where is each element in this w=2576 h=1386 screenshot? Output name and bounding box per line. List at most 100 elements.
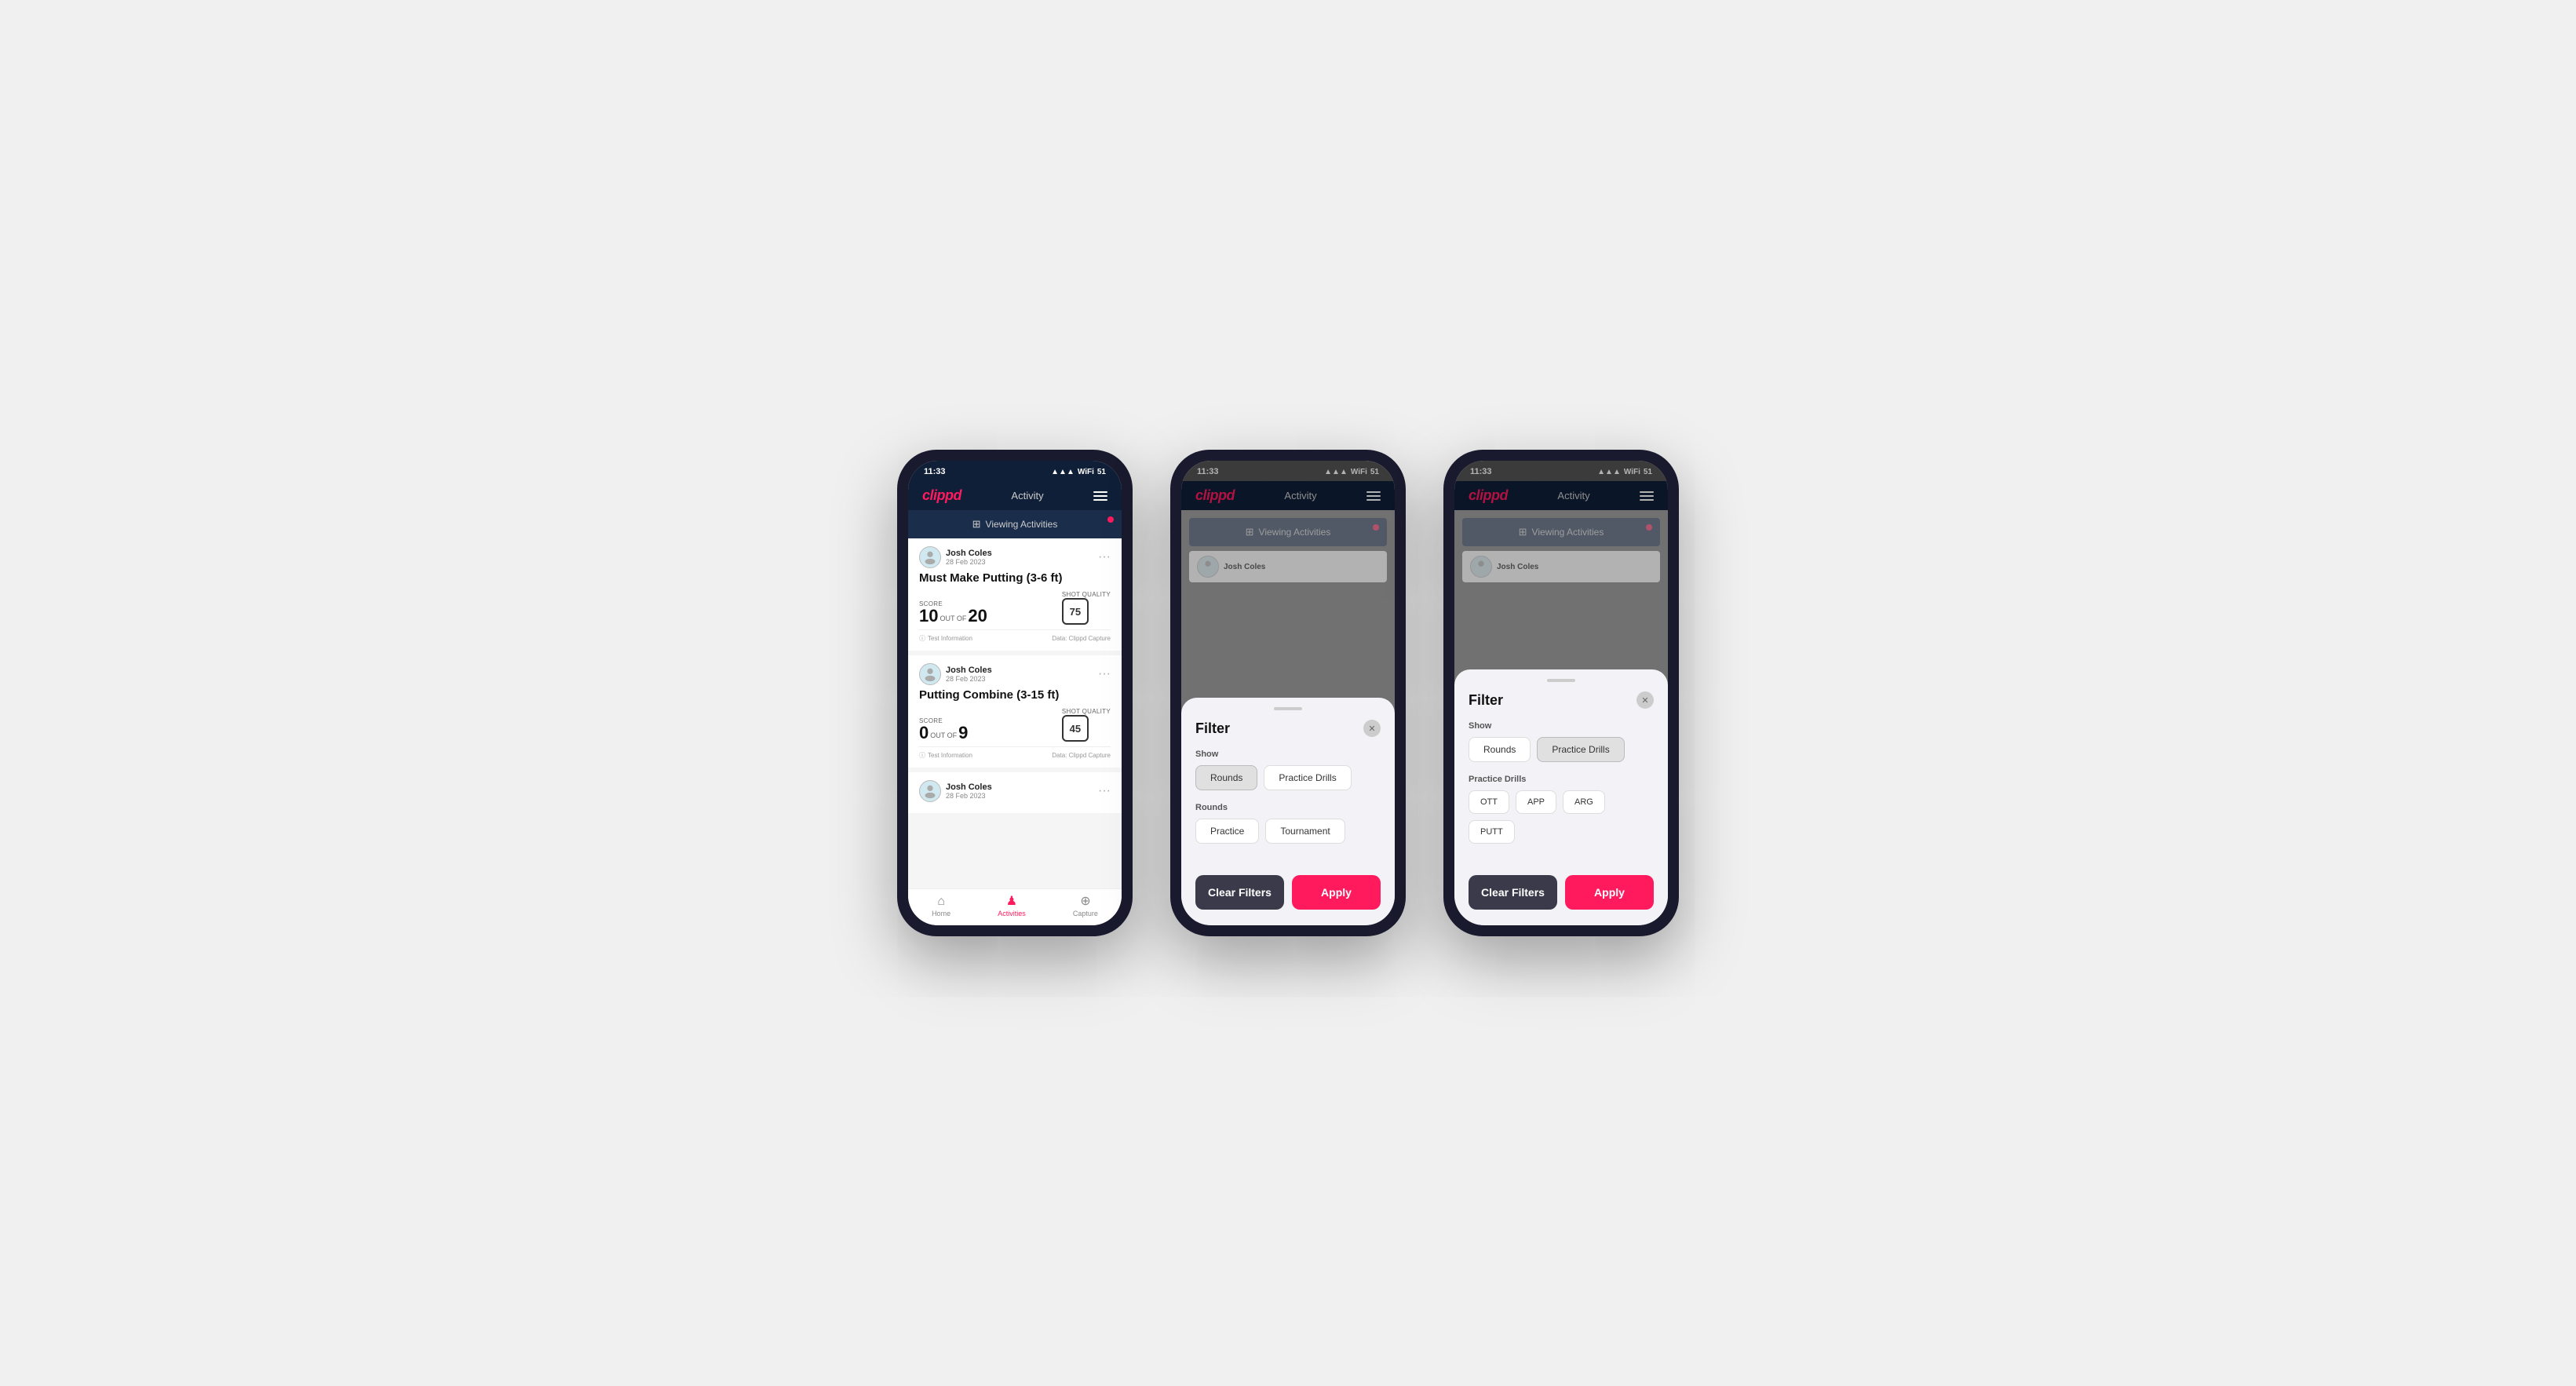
time-1: 11:33: [924, 467, 946, 476]
filter-close-3[interactable]: ✕: [1636, 691, 1654, 709]
out-of-2: OUT OF: [930, 731, 957, 742]
filter-header-2: Filter ✕: [1195, 720, 1381, 737]
logo-1: clippd: [922, 487, 961, 504]
card-stats-2: Score 0 OUT OF 9 Shot Quality 45: [919, 708, 1111, 742]
phone-3: 11:33 ▲▲▲ WiFi 51 clippd Activity ⊞: [1443, 450, 1679, 936]
clear-filters-btn-2[interactable]: Clear Filters: [1195, 875, 1284, 910]
activities-list-1: Josh Coles 28 Feb 2023 ··· Must Make Put…: [908, 538, 1122, 888]
user-name-2: Josh Coles: [946, 666, 992, 675]
card-header-3: Josh Coles 28 Feb 2023 ···: [919, 780, 1111, 802]
status-bar-1: 11:33 ▲▲▲ WiFi 51: [908, 461, 1122, 481]
ott-btn-3[interactable]: OTT: [1469, 790, 1509, 814]
tournament-btn-2[interactable]: Tournament: [1265, 819, 1345, 844]
activities-icon-1: ♟: [1006, 895, 1017, 908]
footer-left-2: ⓘ Test Information: [919, 751, 972, 760]
filter-footer-2: Clear Filters Apply: [1195, 875, 1381, 910]
bottom-nav-1: ⌂ Home ♟ Activities ⊕ Capture: [908, 888, 1122, 925]
phone-2-inner: 11:33 ▲▲▲ WiFi 51 clippd Activity ⊞: [1181, 461, 1395, 925]
filter-title-2: Filter: [1195, 720, 1230, 737]
user-date-1: 28 Feb 2023: [946, 558, 992, 566]
filter-close-2[interactable]: ✕: [1363, 720, 1381, 737]
filter-title-3: Filter: [1469, 692, 1503, 709]
nav-capture-1[interactable]: ⊕ Capture: [1073, 895, 1098, 917]
menu-button-1[interactable]: [1093, 491, 1107, 501]
practice-drills-btn-2[interactable]: Practice Drills: [1264, 765, 1351, 790]
home-icon-1: ⌂: [937, 895, 945, 908]
arg-btn-3[interactable]: ARG: [1563, 790, 1605, 814]
user-name-3: Josh Coles: [946, 782, 992, 792]
capture-label-1: Capture: [1073, 910, 1098, 917]
filter-handle-3: [1547, 679, 1575, 682]
show-label-3: Show: [1469, 721, 1654, 731]
rounds-label-2: Rounds: [1195, 803, 1381, 812]
phone-1-inner: 11:33 ▲▲▲ WiFi 51 clippd Activity ⊞ View: [908, 461, 1122, 925]
phone-2: 11:33 ▲▲▲ WiFi 51 clippd Activity ⊞: [1170, 450, 1406, 936]
viewing-label-1: Viewing Activities: [986, 519, 1058, 530]
card-user-info-2: Josh Coles 28 Feb 2023: [946, 666, 992, 683]
viewing-banner-1[interactable]: ⊞ Viewing Activities: [908, 510, 1122, 538]
rounds-options-2: Practice Tournament: [1195, 819, 1381, 844]
card-user-1: Josh Coles 28 Feb 2023: [919, 546, 992, 568]
activity-card-1: Josh Coles 28 Feb 2023 ··· Must Make Put…: [908, 538, 1122, 651]
more-options-2[interactable]: ···: [1098, 667, 1111, 681]
capture-icon-1: ⊕: [1080, 895, 1090, 908]
quality-badge-1: 75: [1062, 598, 1089, 625]
shots-value-1: 20: [968, 607, 987, 625]
score-value-2: 0: [919, 724, 929, 742]
card-stats-1: Score 10 OUT OF 20 Shot Quality 75: [919, 591, 1111, 625]
filter-sheet-3: Filter ✕ Show Rounds Practice Drills Pra…: [1454, 669, 1668, 925]
scene: 11:33 ▲▲▲ WiFi 51 clippd Activity ⊞ View: [866, 403, 1710, 983]
card-title-1: Must Make Putting (3-6 ft): [919, 571, 1111, 585]
footer-left-1: ⓘ Test Information: [919, 634, 972, 643]
more-options-3[interactable]: ···: [1098, 784, 1111, 798]
card-title-2: Putting Combine (3-15 ft): [919, 688, 1111, 702]
phone-1: 11:33 ▲▲▲ WiFi 51 clippd Activity ⊞ View: [897, 450, 1133, 936]
show-label-2: Show: [1195, 750, 1381, 759]
rounds-btn-3[interactable]: Rounds: [1469, 737, 1531, 762]
practice-drills-btn-3[interactable]: Practice Drills: [1537, 737, 1624, 762]
card-user-3: Josh Coles 28 Feb 2023: [919, 780, 992, 802]
card-user-info-3: Josh Coles 28 Feb 2023: [946, 782, 992, 800]
footer-info-2: Test Information: [928, 752, 972, 759]
more-options-1[interactable]: ···: [1098, 550, 1111, 564]
score-value-1: 10: [919, 607, 938, 625]
nav-home-1[interactable]: ⌂ Home: [932, 895, 950, 917]
nav-activities-1[interactable]: ♟ Activities: [998, 895, 1026, 917]
putt-btn-3[interactable]: PUTT: [1469, 820, 1515, 844]
stat-score-2: Score 0 OUT OF 9: [919, 717, 968, 742]
card-footer-1: ⓘ Test Information Data: Clippd Capture: [919, 629, 1111, 643]
user-date-2: 28 Feb 2023: [946, 675, 992, 683]
filter-handle-2: [1274, 707, 1302, 710]
status-icons-1: ▲▲▲ WiFi 51: [1051, 468, 1106, 476]
filter-header-3: Filter ✕: [1469, 691, 1654, 709]
avatar-3: [919, 780, 941, 802]
apply-btn-3[interactable]: Apply: [1565, 875, 1654, 910]
card-user-2: Josh Coles 28 Feb 2023: [919, 663, 992, 685]
quality-badge-2: 45: [1062, 715, 1089, 742]
show-options-2: Rounds Practice Drills: [1195, 765, 1381, 790]
avatar-1: [919, 546, 941, 568]
user-name-1: Josh Coles: [946, 549, 992, 558]
home-label-1: Home: [932, 910, 950, 917]
quality-label-2: Shot Quality: [1062, 708, 1111, 715]
battery-icon: 51: [1097, 468, 1106, 476]
notification-dot-1: [1107, 516, 1114, 523]
nav-title-1: Activity: [1011, 490, 1043, 502]
card-footer-2: ⓘ Test Information Data: Clippd Capture: [919, 746, 1111, 760]
info-icon-1: ⓘ: [919, 634, 925, 643]
wifi-icon: WiFi: [1078, 468, 1094, 476]
app-btn-3[interactable]: APP: [1516, 790, 1556, 814]
activities-label-1: Activities: [998, 910, 1026, 917]
phone-3-inner: 11:33 ▲▲▲ WiFi 51 clippd Activity ⊞: [1454, 461, 1668, 925]
practice-round-btn-2[interactable]: Practice: [1195, 819, 1259, 844]
rounds-btn-2[interactable]: Rounds: [1195, 765, 1257, 790]
clear-filters-btn-3[interactable]: Clear Filters: [1469, 875, 1557, 910]
footer-data-2: Data: Clippd Capture: [1052, 752, 1111, 759]
info-icon-2: ⓘ: [919, 751, 925, 760]
show-options-3: Rounds Practice Drills: [1469, 737, 1654, 762]
filter-overlay-3: Filter ✕ Show Rounds Practice Drills Pra…: [1454, 461, 1668, 925]
stat-score-1: Score 10 OUT OF 20: [919, 600, 987, 625]
filter-icon-1: ⊞: [972, 518, 981, 531]
practice-drills-options-3: OTT APP ARG PUTT: [1469, 790, 1654, 844]
apply-btn-2[interactable]: Apply: [1292, 875, 1381, 910]
